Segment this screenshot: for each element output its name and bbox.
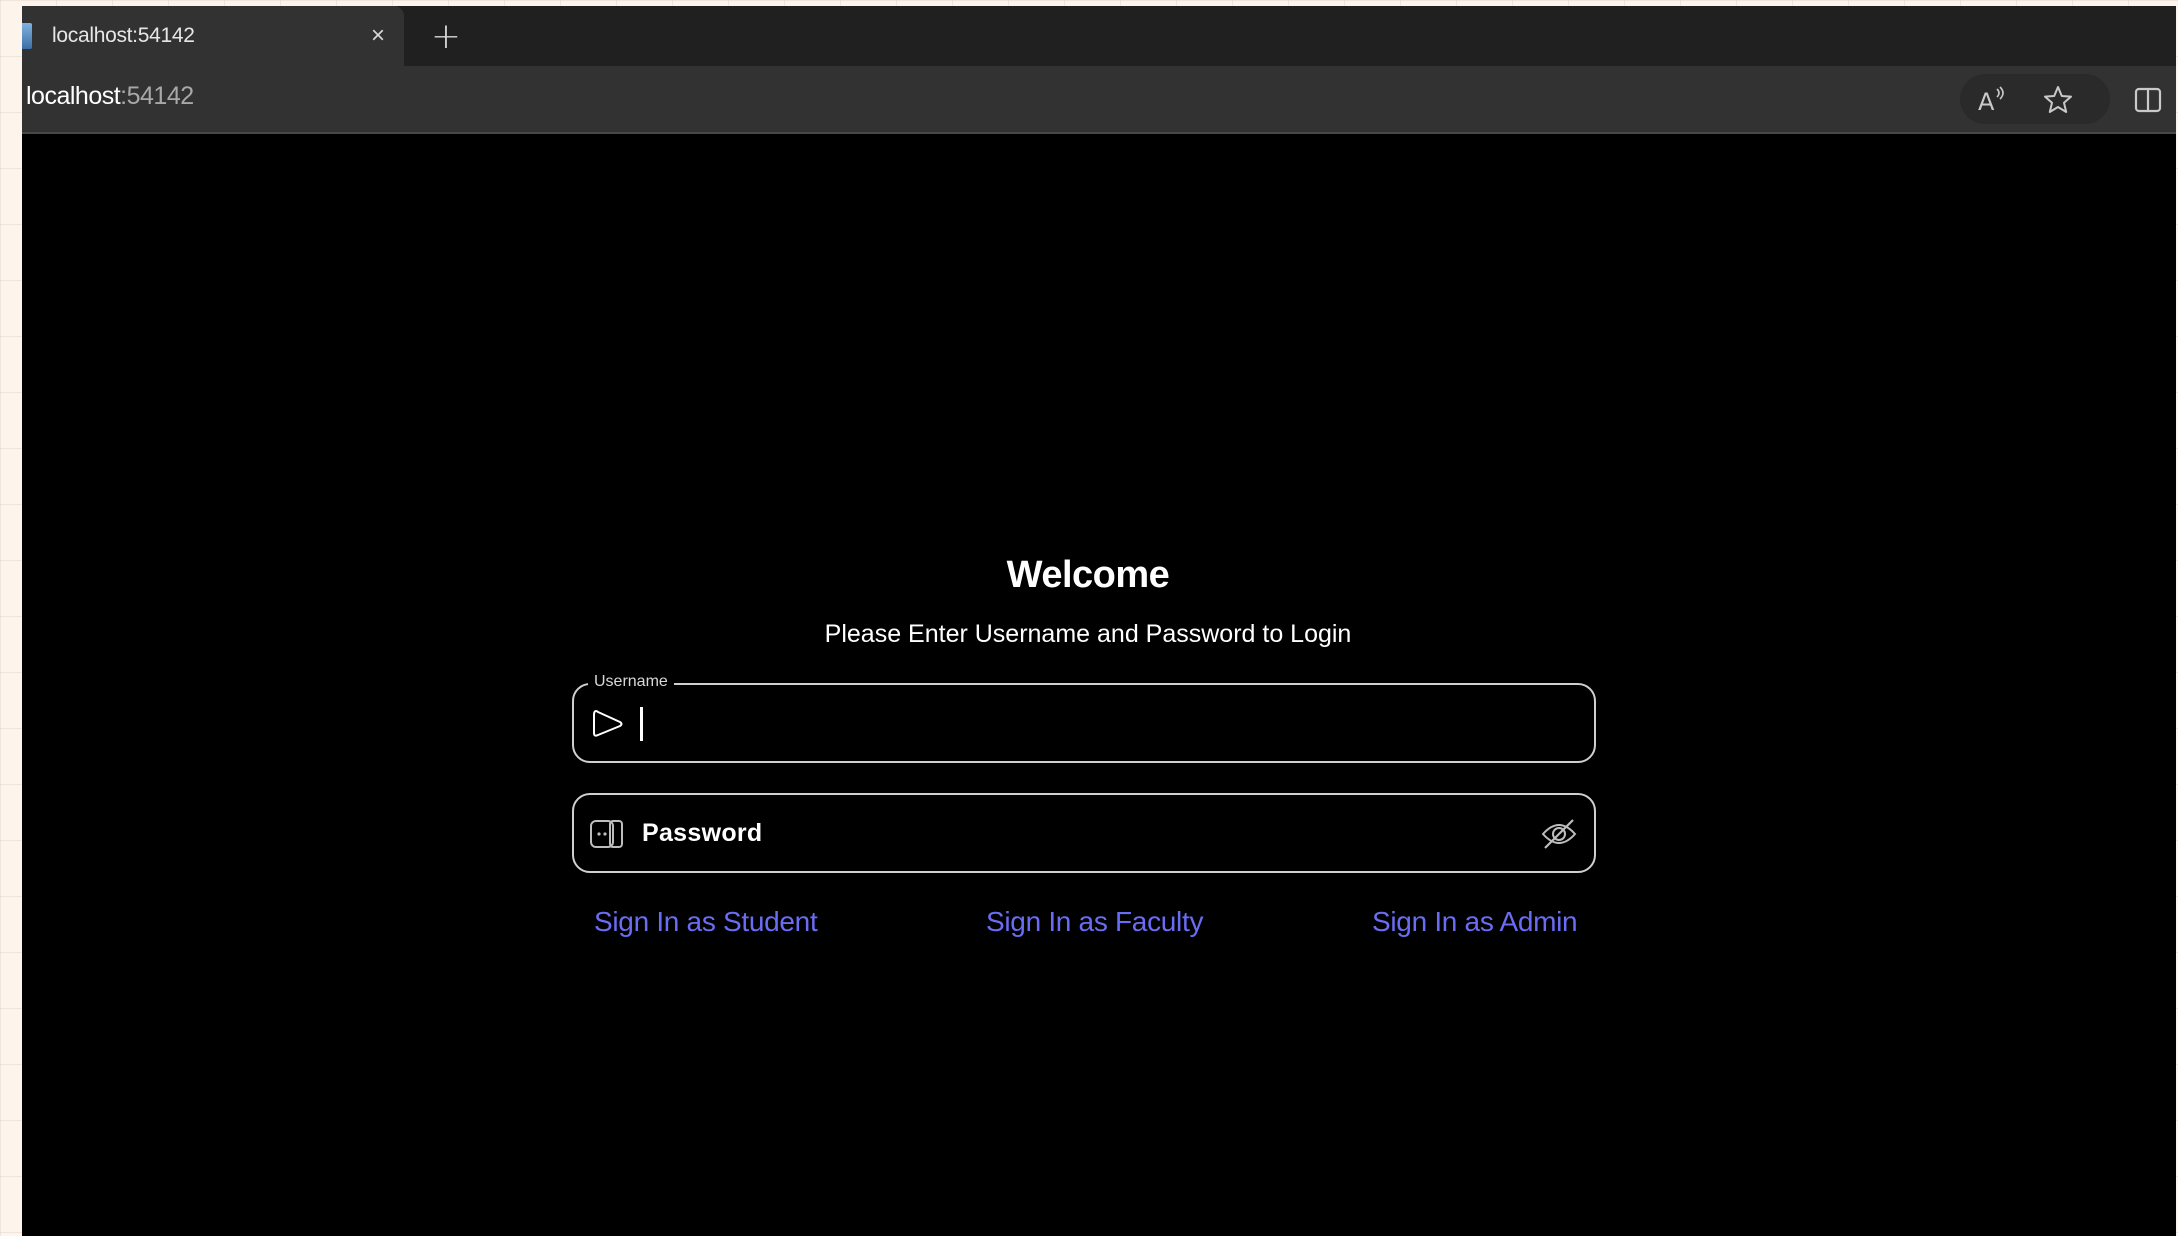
- sign-in-student-link[interactable]: Sign In as Student: [594, 906, 818, 938]
- split-screen-icon[interactable]: [2128, 80, 2168, 120]
- tab-title: localhost:54142: [52, 24, 195, 47]
- favicon-icon: [22, 23, 32, 49]
- sign-in-faculty-link[interactable]: Sign In as Faculty: [986, 906, 1203, 938]
- browser-window: localhost:54142 × + localhost:54142 A We…: [22, 6, 2176, 1236]
- tab-close-icon[interactable]: ×: [362, 20, 394, 52]
- username-field[interactable]: Username: [572, 673, 1596, 763]
- toggle-visibility-eye-off-icon[interactable]: [1538, 813, 1580, 855]
- browser-toolbar: localhost:54142 A: [22, 66, 2176, 134]
- svg-text:A: A: [1978, 88, 1995, 116]
- text-cursor: [640, 707, 643, 741]
- page-title: Welcome: [1006, 554, 1170, 596]
- address-host: localhost: [26, 82, 121, 110]
- page-content: Welcome Please Enter Username and Passwo…: [22, 134, 2176, 1236]
- password-placeholder: Password: [642, 819, 763, 847]
- address-bar[interactable]: localhost:54142: [26, 82, 194, 111]
- username-label: Username: [588, 673, 674, 691]
- login-subtitle: Please Enter Username and Password to Lo…: [824, 620, 1352, 648]
- password-field[interactable]: Password: [572, 793, 1596, 873]
- read-aloud-icon[interactable]: A: [1972, 80, 2012, 120]
- username-play-icon: [588, 705, 626, 743]
- password-lock-icon: [588, 815, 626, 853]
- tab-strip: localhost:54142 × +: [22, 6, 2176, 66]
- sign-in-admin-link[interactable]: Sign In as Admin: [1372, 906, 1578, 938]
- browser-tab[interactable]: localhost:54142 ×: [22, 6, 404, 66]
- new-tab-button[interactable]: +: [426, 16, 466, 57]
- favorite-star-icon[interactable]: [2038, 80, 2078, 120]
- username-input[interactable]: [636, 695, 1580, 755]
- address-port: :54142: [120, 82, 194, 110]
